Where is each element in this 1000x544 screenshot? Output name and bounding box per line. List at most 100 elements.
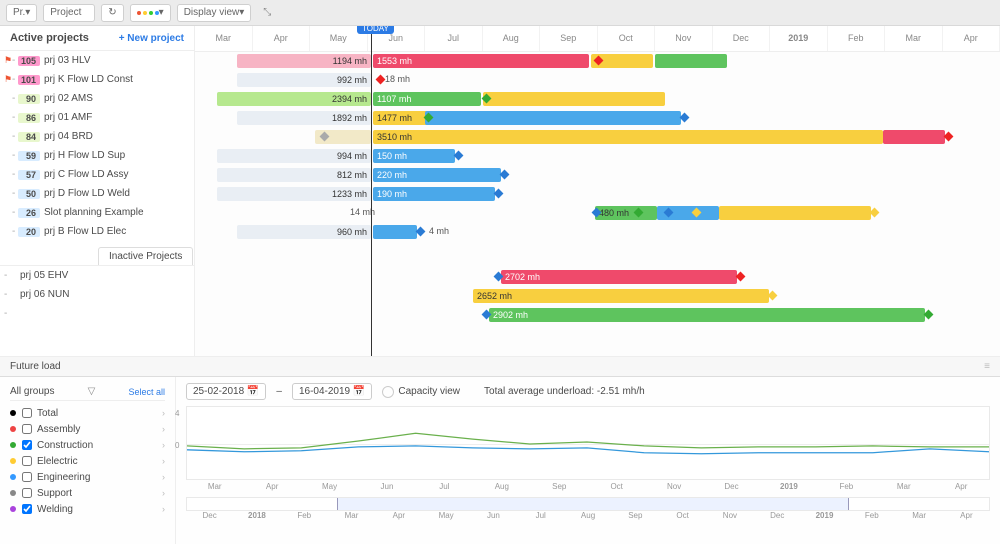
project-dropdown[interactable]: Project — [43, 4, 95, 22]
refresh-button[interactable]: ↻ — [101, 4, 123, 22]
gantt-bar[interactable] — [883, 130, 945, 144]
bar-label: 14 mh — [305, 207, 375, 217]
gantt-bar[interactable]: 2652 mh — [473, 289, 769, 303]
group-filter-row[interactable]: Support› — [10, 485, 165, 501]
gantt-row[interactable]: 960 mh4 mh — [195, 223, 1000, 242]
milestone-diamond[interactable] — [376, 75, 386, 85]
gantt-bar[interactable]: 994 mh — [217, 149, 371, 163]
color-legend-dropdown[interactable]: ▾ — [130, 4, 171, 22]
time-scrubber[interactable] — [186, 497, 990, 511]
gantt-bar[interactable]: 1553 mh — [373, 54, 589, 68]
milestone-diamond[interactable] — [500, 170, 510, 180]
gantt-bar[interactable]: 150 mh — [373, 149, 455, 163]
milestone-diamond[interactable] — [870, 208, 880, 218]
milestone-diamond[interactable] — [494, 189, 504, 199]
gantt-bar[interactable]: 2902 mh — [489, 308, 925, 322]
group-checkbox[interactable] — [22, 504, 32, 514]
gantt-bar[interactable]: 220 mh — [373, 168, 501, 182]
gantt-row[interactable]: 14 mh 480 mh — [195, 204, 1000, 223]
gantt-panel: TODAY MarAprMayJunJulAugSepOctNovDec2019… — [195, 26, 1000, 356]
project-row[interactable]: -57prj C Flow LD Assy — [0, 165, 194, 184]
gantt-bar[interactable]: 2394 mh — [217, 92, 371, 106]
group-filter-panel: All groups ▽ Select all Total›Assembly›C… — [0, 377, 176, 544]
milestone-diamond[interactable] — [680, 113, 690, 123]
milestone-diamond[interactable] — [768, 291, 778, 301]
gantt-bar[interactable]: 1892 mh — [237, 111, 371, 125]
project-row[interactable]: -26Slot planning Example — [0, 203, 194, 222]
gantt-row[interactable]: 2902 mh — [195, 306, 1000, 325]
select-all-button[interactable]: Select all — [128, 387, 165, 397]
group-checkbox[interactable] — [22, 472, 32, 482]
gantt-bar[interactable] — [373, 225, 417, 239]
gantt-row[interactable]: 992 mh18 mh — [195, 71, 1000, 90]
collapse-icon[interactable]: ≡ — [984, 361, 990, 372]
gantt-bar[interactable]: 2702 mh — [501, 270, 737, 284]
gantt-bar[interactable]: 960 mh — [237, 225, 371, 239]
gantt-bar[interactable] — [719, 206, 871, 220]
milestone-diamond[interactable] — [454, 151, 464, 161]
milestone-diamond[interactable] — [416, 227, 426, 237]
scrubber-month-axis: Dec2018FebMarAprMayJunJulAugSepOctNovDec… — [186, 511, 990, 520]
gantt-row[interactable]: 502 mh3510 mh — [195, 128, 1000, 147]
gantt-bar[interactable]: 3510 mh — [373, 130, 883, 144]
timeline-header: MarAprMayJunJulAugSepOctNovDec2019FebMar… — [195, 26, 1000, 52]
gantt-bar[interactable]: 1233 mh — [217, 187, 371, 201]
milestone-diamond[interactable] — [924, 310, 934, 320]
group-filter-row[interactable]: Construction› — [10, 437, 165, 453]
group-checkbox[interactable] — [22, 488, 32, 498]
gantt-bar[interactable]: 812 mh — [217, 168, 371, 182]
date-to-input[interactable]: 16-04-2019 📅 — [292, 383, 372, 400]
gantt-row[interactable]: 1233 mh190 mh — [195, 185, 1000, 204]
group-filter-row[interactable]: Assembly› — [10, 421, 165, 437]
project-row[interactable]: -50prj D Flow LD Weld — [0, 184, 194, 203]
gantt-bar[interactable]: 480 mh — [595, 206, 657, 220]
project-row[interactable]: -90prj 02 AMS — [0, 89, 194, 108]
project-row[interactable]: -86prj 01 AMF — [0, 108, 194, 127]
today-line — [371, 26, 372, 356]
funnel-icon[interactable]: ▽ — [88, 386, 96, 397]
main-area: Active projects + New project ⚑-105prj 0… — [0, 26, 1000, 356]
gantt-active[interactable]: 1194 mh1553 mh992 mh18 mh2394 mh1107 mh1… — [195, 52, 1000, 242]
project-row[interactable]: -20prj B Flow LD Elec — [0, 222, 194, 241]
group-checkbox[interactable] — [22, 408, 32, 418]
pr-dropdown[interactable]: Pr. ▾ — [6, 4, 37, 22]
gantt-row[interactable]: 2394 mh1107 mh — [195, 90, 1000, 109]
project-row[interactable]: -84prj 04 BRD — [0, 127, 194, 146]
new-project-button[interactable]: + New project — [119, 33, 184, 44]
date-from-input[interactable]: 25-02-2018 📅 — [186, 383, 266, 400]
gantt-bar[interactable]: 1107 mh — [373, 92, 481, 106]
project-row[interactable]: -59prj H Flow LD Sup — [0, 146, 194, 165]
gantt-row[interactable]: 994 mh150 mh — [195, 147, 1000, 166]
project-row[interactable]: -prj 06 NUN — [0, 285, 194, 304]
load-chart[interactable]: 4 0 — [186, 406, 990, 480]
gantt-row[interactable]: 2652 mh — [195, 287, 1000, 306]
project-row[interactable]: ⚑-101prj K Flow LD Const — [0, 70, 194, 89]
gantt-row[interactable]: 1892 mh1477 mh — [195, 109, 1000, 128]
milestone-diamond[interactable] — [944, 132, 954, 142]
group-checkbox[interactable] — [22, 424, 32, 434]
capacity-view-toggle[interactable]: Capacity view — [382, 386, 460, 398]
gantt-inactive[interactable]: 2702 mh 2652 mh 2902 mh — [195, 268, 1000, 325]
group-filter-row[interactable]: Elelectric› — [10, 453, 165, 469]
group-filter-row[interactable]: Engineering› — [10, 469, 165, 485]
gantt-row[interactable]: 2702 mh — [195, 268, 1000, 287]
group-filter-row[interactable]: Welding› — [10, 501, 165, 517]
gantt-row[interactable]: 812 mh220 mh — [195, 166, 1000, 185]
project-row[interactable]: -prj 05 EHV — [0, 266, 194, 285]
cursor-tool-button[interactable]: ⤡ — [257, 4, 277, 22]
gantt-row[interactable]: 1194 mh1553 mh — [195, 52, 1000, 71]
inactive-projects-tab[interactable]: Inactive Projects — [98, 247, 193, 265]
gantt-bar[interactable] — [425, 111, 681, 125]
project-row[interactable]: ⚑-105prj 03 HLV — [0, 51, 194, 70]
group-checkbox[interactable] — [22, 456, 32, 466]
gantt-bar[interactable] — [483, 92, 665, 106]
gantt-bar[interactable] — [655, 54, 727, 68]
group-checkbox[interactable] — [22, 440, 32, 450]
display-view-dropdown[interactable]: Display view ▾ — [177, 4, 252, 22]
gantt-bar[interactable]: 992 mh — [237, 73, 371, 87]
project-row[interactable]: - — [0, 304, 194, 323]
gantt-bar[interactable]: 1194 mh — [237, 54, 371, 68]
gantt-bar[interactable]: 190 mh — [373, 187, 495, 201]
milestone-diamond[interactable] — [736, 272, 746, 282]
group-filter-row[interactable]: Total› — [10, 405, 165, 421]
